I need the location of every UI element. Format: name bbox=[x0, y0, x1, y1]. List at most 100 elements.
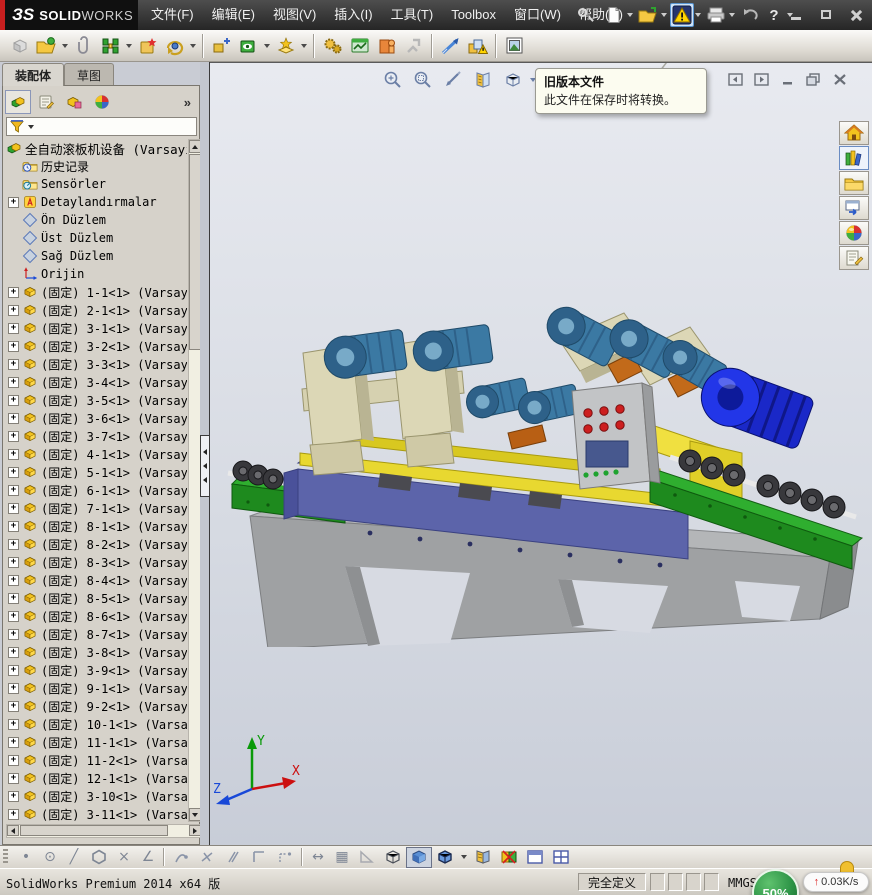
scroll-left-button[interactable] bbox=[7, 825, 19, 836]
document-restore-button[interactable] bbox=[805, 72, 822, 87]
assembly-features-button[interactable] bbox=[272, 32, 299, 59]
configuration-manager-tab[interactable] bbox=[61, 90, 87, 114]
expand-icon[interactable]: + bbox=[8, 808, 19, 820]
tree-root-assembly[interactable]: 全自动滚板机设备 (Varsayıl bbox=[6, 139, 187, 157]
section-view-button[interactable] bbox=[470, 67, 495, 92]
maximize-button[interactable] bbox=[816, 7, 836, 22]
expand-icon[interactable]: + bbox=[8, 610, 19, 622]
filter-caret-icon[interactable] bbox=[28, 124, 34, 129]
bill-of-materials-button[interactable] bbox=[373, 32, 400, 59]
property-manager-tab[interactable] bbox=[33, 90, 59, 114]
new-document-button[interactable] bbox=[602, 3, 626, 27]
tree-item-plane[interactable]: Üst Düzlem bbox=[6, 229, 187, 247]
triangle-tool-icon[interactable] bbox=[354, 847, 380, 868]
tree-component[interactable]: + (固定) 8-2<1> (Varsayıla bbox=[6, 535, 187, 553]
open-in-assembly-button[interactable] bbox=[33, 32, 60, 59]
expand-icon[interactable]: + bbox=[8, 628, 19, 640]
tree-component[interactable]: + (固定) 11-1<1> (Varsayıl bbox=[6, 733, 187, 751]
relation-tool-1-icon[interactable] bbox=[168, 847, 194, 868]
tree-component[interactable]: + (固定) 3-6<1> (Varsayıla bbox=[6, 409, 187, 427]
tree-component[interactable]: + (固定) 3-10<1> (Varsayıl bbox=[6, 787, 187, 805]
menu-window[interactable]: 窗口(W) bbox=[505, 0, 570, 30]
expand-icon[interactable]: + bbox=[8, 754, 19, 766]
expand-icon[interactable]: + bbox=[8, 484, 19, 496]
motion-study-button[interactable] bbox=[346, 32, 373, 59]
panel-collapse-handle[interactable] bbox=[200, 435, 210, 497]
menu-edit[interactable]: 编辑(E) bbox=[203, 0, 264, 30]
trim-tool-icon[interactable]: × bbox=[112, 847, 136, 867]
expand-icon[interactable]: + bbox=[8, 520, 19, 532]
open-document-caret[interactable] bbox=[661, 13, 667, 17]
tree-component[interactable]: + (固定) 3-5<1> (Varsayıla bbox=[6, 391, 187, 409]
expand-icon[interactable]: + bbox=[8, 682, 19, 694]
file-explorer-tab[interactable] bbox=[839, 171, 869, 195]
tab-assembly[interactable]: 装配体 bbox=[2, 63, 65, 86]
print-caret[interactable] bbox=[729, 13, 735, 17]
expand-icon[interactable]: + bbox=[8, 358, 19, 370]
document-minimize-button[interactable] bbox=[779, 72, 796, 87]
panel-splitter[interactable] bbox=[200, 62, 210, 845]
expand-icon[interactable]: + bbox=[8, 304, 19, 316]
relation-tool-5-icon[interactable] bbox=[272, 847, 298, 868]
tree-item-plane[interactable]: Ön Düzlem bbox=[6, 211, 187, 229]
expand-icon[interactable]: + bbox=[8, 448, 19, 460]
section-tool-button[interactable] bbox=[470, 847, 496, 868]
expand-icon[interactable]: + bbox=[8, 538, 19, 550]
no-section-button[interactable] bbox=[496, 847, 522, 868]
view-orientation-button[interactable] bbox=[500, 67, 525, 92]
relation-tool-3-icon[interactable] bbox=[220, 847, 246, 868]
tree-component[interactable]: + (固定) 3-7<1> (Varsayıla bbox=[6, 427, 187, 445]
grid-tool-icon[interactable]: ▦ bbox=[330, 847, 354, 867]
feature-manager-tab[interactable] bbox=[5, 90, 31, 114]
expand-icon[interactable]: + bbox=[8, 700, 19, 712]
tree-component[interactable]: + (固定) 8-6<1> (Varsayıla bbox=[6, 607, 187, 625]
hide-show-caret[interactable] bbox=[264, 43, 270, 48]
view-palette-tab[interactable] bbox=[839, 196, 869, 220]
toolbar-grip[interactable] bbox=[3, 849, 8, 865]
undo-button[interactable] bbox=[738, 3, 762, 27]
tree-component[interactable]: + (固定) 12-1<1> (Varsayıl bbox=[6, 769, 187, 787]
expand-icon[interactable]: + bbox=[8, 574, 19, 586]
tree-component[interactable]: + (固定) 2-1<1> (Varsayıla bbox=[6, 301, 187, 319]
tree-component[interactable]: + (固定) 9-2<1> (Varsayıla bbox=[6, 697, 187, 715]
expand-icon[interactable]: + bbox=[8, 376, 19, 388]
tree-component[interactable]: + (固定) 10-1<1> (Varsayıl bbox=[6, 715, 187, 733]
expand-icon[interactable]: + bbox=[8, 412, 19, 424]
shaded-style-button[interactable] bbox=[406, 846, 432, 868]
appearances-scenes-tab[interactable] bbox=[839, 221, 869, 245]
angle-tool-icon[interactable]: ∠ bbox=[136, 847, 160, 867]
expand-icon[interactable]: + bbox=[8, 790, 19, 802]
tab-sketch[interactable]: 草图 bbox=[64, 63, 115, 85]
expand-icon[interactable]: + bbox=[8, 196, 19, 208]
tree-item-plane[interactable]: Sağ Düzlem bbox=[6, 247, 187, 265]
tree-item-sens[interactable]: Sensörler bbox=[6, 175, 187, 193]
screen-capture-button[interactable] bbox=[501, 32, 528, 59]
tree-component[interactable]: + (固定) 4-1<1> (Varsayıla bbox=[6, 445, 187, 463]
tree-component[interactable]: + (固定) 11-2<1> (Varsayıl bbox=[6, 751, 187, 769]
tree-filter-field[interactable] bbox=[6, 117, 197, 136]
tree-component[interactable]: + (固定) 3-9<1> (Varsayıla bbox=[6, 661, 187, 679]
expand-icon[interactable]: + bbox=[8, 502, 19, 514]
mate-button[interactable] bbox=[97, 32, 124, 59]
mass-properties-button[interactable] bbox=[319, 32, 346, 59]
expand-icon[interactable]: + bbox=[8, 322, 19, 334]
machine-3d-model[interactable] bbox=[220, 295, 870, 647]
mate-caret[interactable] bbox=[126, 43, 132, 48]
assembly-features-caret[interactable] bbox=[301, 43, 307, 48]
open-caret[interactable] bbox=[62, 43, 68, 48]
tree-component[interactable]: + (固定) 8-5<1> (Varsayıla bbox=[6, 589, 187, 607]
new-document-caret[interactable] bbox=[627, 13, 633, 17]
tree-component[interactable]: + (固定) 8-1<1> (Varsayıla bbox=[6, 517, 187, 535]
tree-item-ann[interactable]: + Detaylandırmalar bbox=[6, 193, 187, 211]
expand-icon[interactable]: + bbox=[8, 430, 19, 442]
expand-icon[interactable]: + bbox=[8, 736, 19, 748]
graphics-viewport[interactable]: 旧版本文件 此文件在保存时将转换。 Y X Z bbox=[210, 62, 872, 845]
previous-window-button[interactable] bbox=[727, 72, 744, 87]
expand-icon[interactable]: + bbox=[8, 466, 19, 478]
polygon-tool-icon[interactable] bbox=[86, 847, 112, 868]
search-icon[interactable] bbox=[577, 7, 593, 23]
manager-overflow-button[interactable]: » bbox=[184, 95, 191, 110]
horizontal-scroll-thumb[interactable] bbox=[20, 825, 168, 836]
tree-component[interactable]: + (固定) 5-1<1> (Varsayıla bbox=[6, 463, 187, 481]
expand-icon[interactable]: + bbox=[8, 556, 19, 568]
